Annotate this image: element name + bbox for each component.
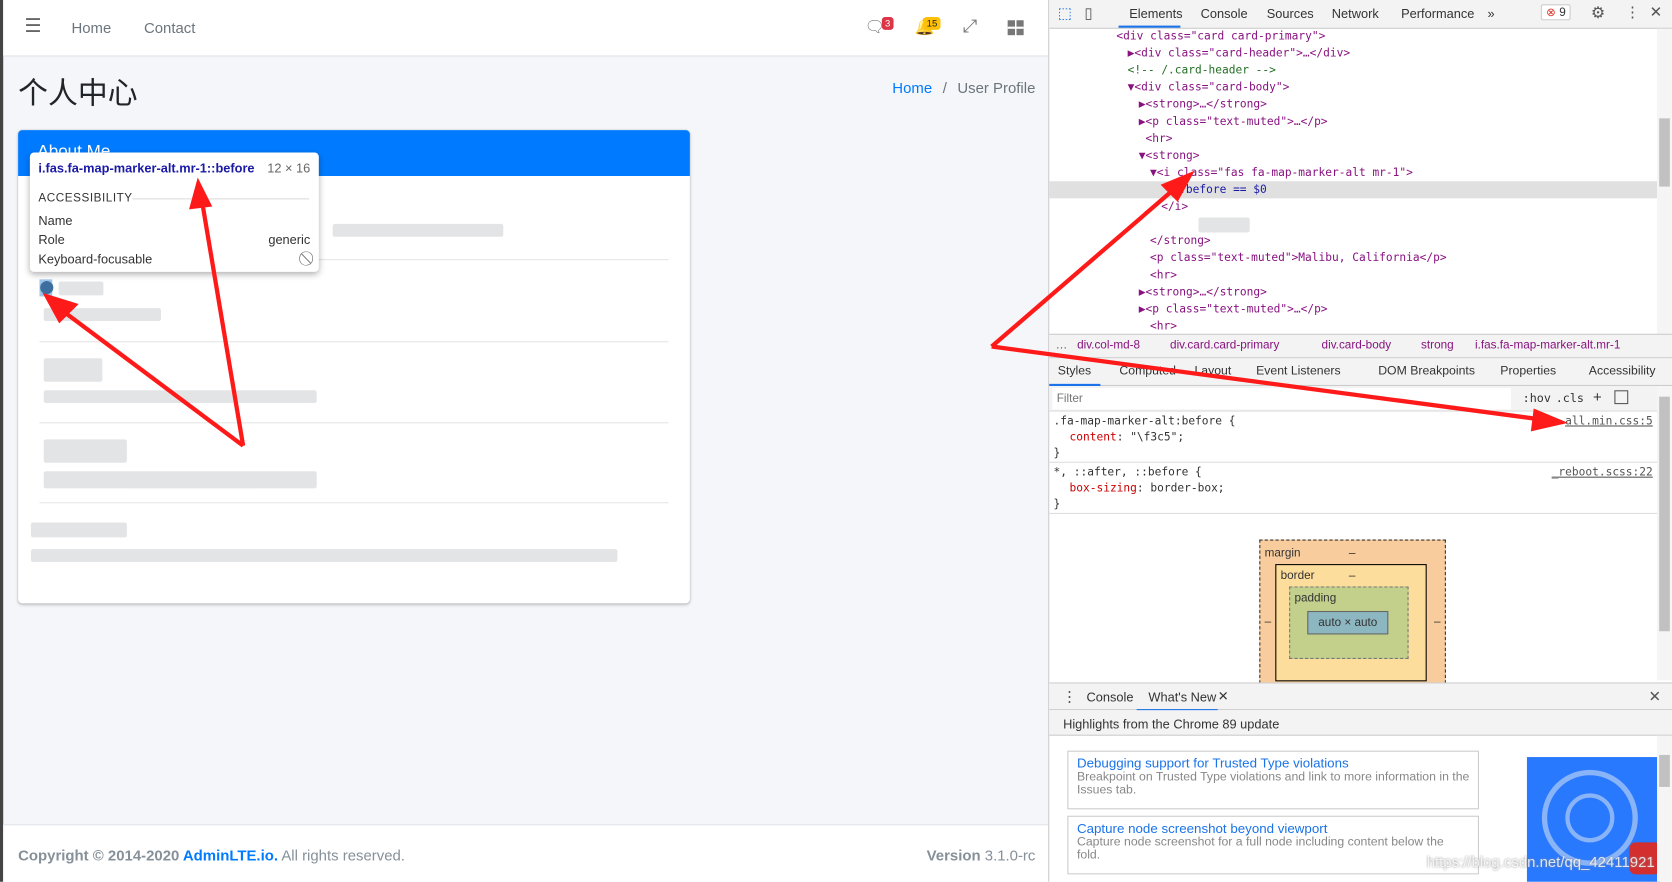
arrow-head (1530, 408, 1569, 432)
annotation-arrows (42, 170, 1569, 448)
arrow-head (189, 177, 213, 210)
red-arrow (47, 298, 245, 448)
red-arrow (990, 177, 1188, 349)
red-arrow (991, 344, 1547, 423)
watermark: https://blog.csdn.net/qq_42411921 (1426, 853, 1655, 871)
red-arrow (198, 191, 246, 447)
